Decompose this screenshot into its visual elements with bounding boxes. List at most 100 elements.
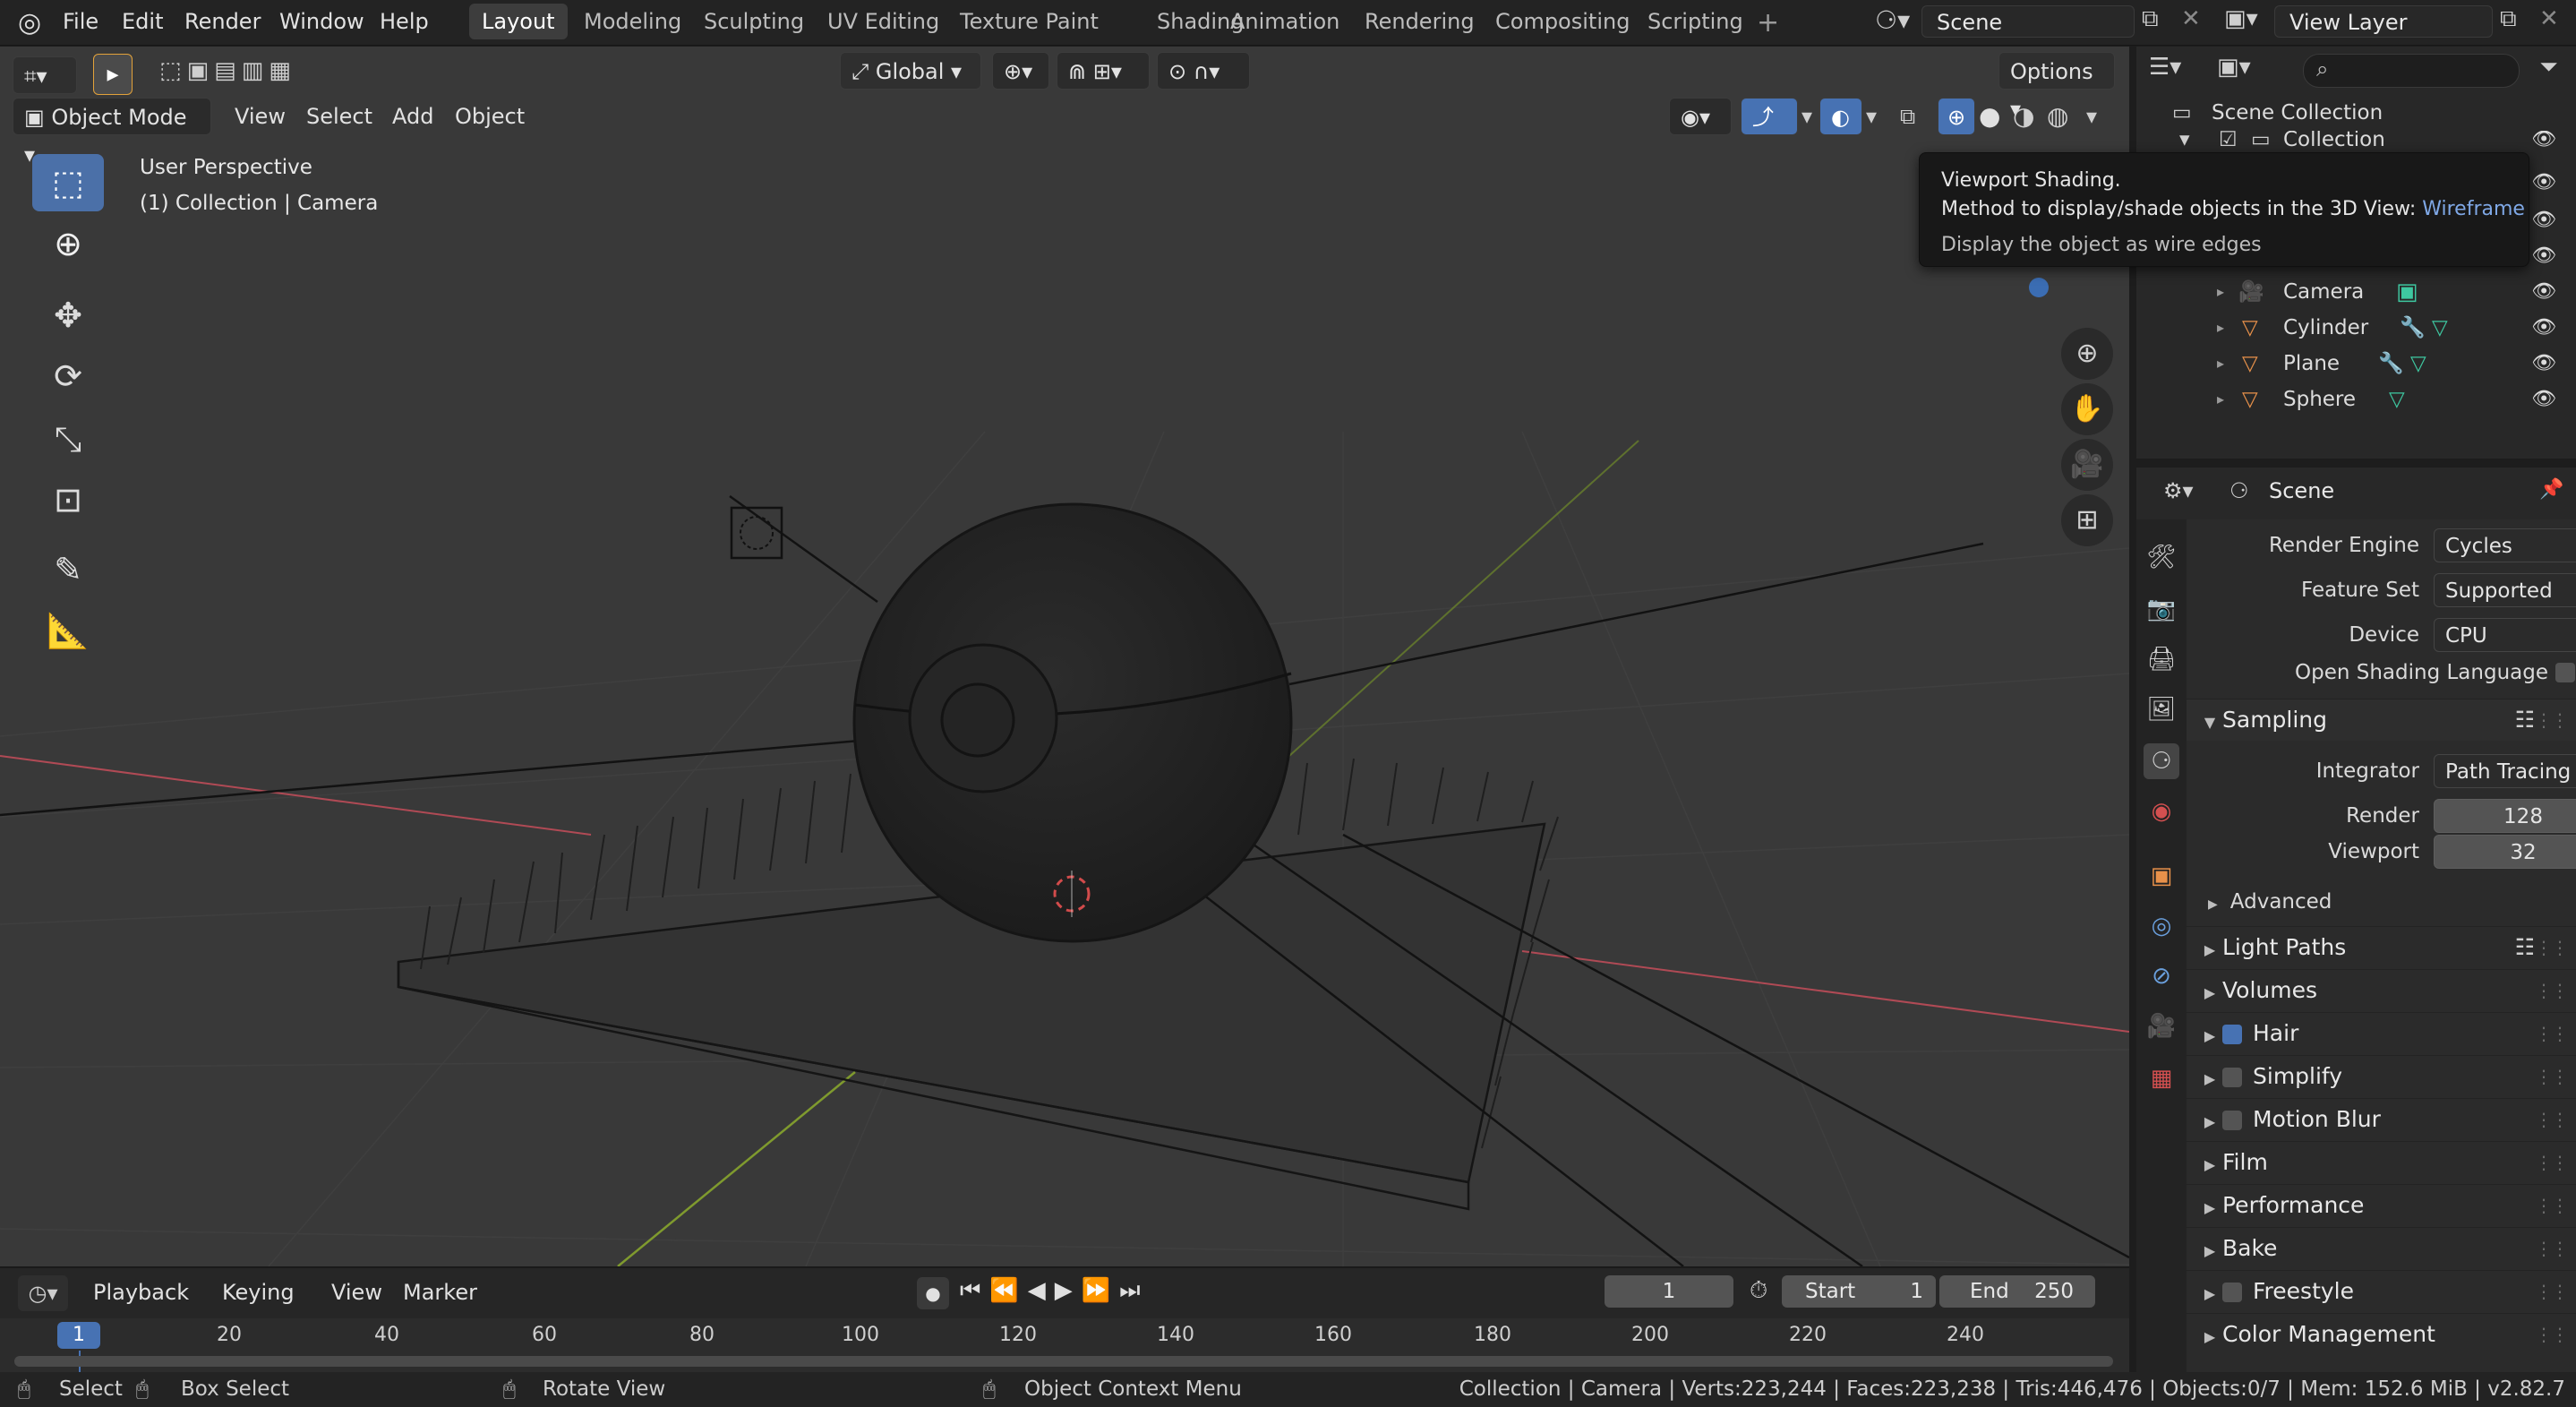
presets-list-icon[interactable]: ☷	[2515, 927, 2535, 968]
render-tab-icon[interactable]: 📷	[2144, 591, 2179, 627]
motion-blur-section-header[interactable]: ▶ Motion Blur ⋮⋮	[2187, 1098, 2576, 1140]
scene-tab-icon[interactable]: ⚆	[2144, 743, 2179, 779]
menu-file[interactable]: File	[63, 9, 98, 34]
filter-icon[interactable]: ⏷	[2539, 54, 2558, 82]
scene-selector-icon[interactable]: ⚆▾	[1875, 5, 1910, 35]
perspective-toggle-icon[interactable]: ⊞	[2061, 494, 2113, 546]
material-preview-icon[interactable]: ◑	[2013, 98, 2034, 135]
mesh-data-icon[interactable]: ▽	[2389, 382, 2405, 417]
scene-name-field[interactable]: Scene	[1921, 5, 2135, 38]
view-layer-icon[interactable]: ▣▾	[2224, 5, 2258, 32]
eye-icon[interactable]: 👁	[2531, 382, 2556, 417]
select-tool-icon[interactable]: ▸	[93, 54, 133, 95]
options-dropdown[interactable]: Options ▾	[1998, 52, 2115, 122]
freestyle-checkbox[interactable]	[2222, 1283, 2242, 1302]
tab-texture-paint[interactable]: Texture Paint	[947, 4, 1111, 39]
outliner-row-camera[interactable]: ▸ 🎥 Camera ▣ 👁	[2136, 274, 2576, 310]
close-view-layer-icon[interactable]: ✕	[2539, 5, 2559, 32]
eye-icon[interactable]: 👁	[2531, 310, 2556, 346]
object-data-tab-icon[interactable]: 🎥	[2144, 1008, 2179, 1044]
menu-edit[interactable]: Edit	[122, 9, 163, 34]
viewport-samples-field[interactable]: 32	[2434, 835, 2576, 869]
outliner-editor-icon[interactable]: ☰▾	[2149, 54, 2181, 81]
advanced-subpanel-header[interactable]: ▶ Advanced	[2208, 885, 2332, 919]
rotate-tool-icon[interactable]: ⟳	[32, 347, 104, 405]
tab-layout[interactable]: Layout	[469, 4, 568, 39]
osl-checkbox[interactable]	[2555, 663, 2575, 682]
view-layer-tab-icon[interactable]: 🖼	[2144, 691, 2179, 727]
menu-help[interactable]: Help	[380, 9, 429, 34]
play-reverse-icon[interactable]: ◀	[1028, 1277, 1055, 1304]
timeline-marker-menu[interactable]: Marker	[403, 1274, 477, 1311]
move-tool-icon[interactable]: ✥	[32, 287, 104, 344]
record-keyframes-icon[interactable]: ●	[917, 1277, 949, 1309]
add-workspace-icon[interactable]: +	[1757, 7, 1779, 39]
output-tab-icon[interactable]: 🖨	[2144, 641, 2179, 677]
gizmo-axis-dot[interactable]	[2029, 278, 2049, 297]
mesh-data-icon[interactable]: ▽	[2432, 310, 2448, 346]
playhead-frame[interactable]: 1	[57, 1322, 100, 1349]
film-section-header[interactable]: ▶ Film ⋮⋮	[2187, 1141, 2576, 1183]
menu-add[interactable]: Add	[392, 98, 433, 135]
tab-rendering[interactable]: Rendering	[1352, 4, 1487, 39]
visibility-icon[interactable]: ◉▾	[1669, 98, 1732, 135]
properties-editor-icon[interactable]: ⚙▾	[2163, 478, 2194, 503]
close-scene-icon[interactable]: ✕	[2181, 5, 2201, 32]
overlays-dropdown-icon[interactable]: ▾	[1866, 98, 1877, 135]
render-engine-dropdown[interactable]: Cycles⌄	[2434, 528, 2576, 562]
eye-icon[interactable]: 👁	[2531, 274, 2556, 310]
outliner-row-collection[interactable]: ▾ ☑ ▭ Collection 👁	[2136, 131, 2576, 149]
snap-icon[interactable]: ⋒ ⊞▾	[1057, 52, 1150, 90]
stopwatch-icon[interactable]: ⏱	[1750, 1277, 1767, 1305]
menu-window[interactable]: Window	[279, 9, 364, 34]
playback-menu[interactable]: Playback ▾	[82, 1274, 208, 1343]
new-scene-icon[interactable]: ⧉	[2142, 5, 2159, 33]
tab-uv-editing[interactable]: UV Editing	[815, 4, 952, 39]
annotate-tool-icon[interactable]: ✎	[32, 541, 104, 598]
tab-modeling[interactable]: Modeling	[571, 4, 694, 39]
outliner-row-sphere[interactable]: ▸ ▽ Sphere ▽ 👁	[2136, 382, 2576, 417]
current-frame-field[interactable]: 1	[1605, 1275, 1733, 1308]
constraints-tab-icon[interactable]: ⊘	[2144, 958, 2179, 994]
menu-object[interactable]: Object	[455, 98, 525, 135]
eye-icon[interactable]: 👁	[2531, 202, 2556, 238]
view-layer-field[interactable]: View Layer	[2274, 5, 2493, 38]
keying-menu[interactable]: Keying ▾	[211, 1274, 319, 1343]
pin-icon[interactable]: 📌	[2539, 478, 2563, 501]
wrench-modifier-icon[interactable]: 🔧	[2378, 346, 2404, 382]
timeline-view-menu[interactable]: View	[331, 1274, 382, 1311]
bake-section-header[interactable]: ▶ Bake ⋮⋮	[2187, 1227, 2576, 1269]
mesh-data-icon[interactable]: ▽	[2410, 346, 2426, 382]
camera-view-icon[interactable]: 🎥	[2061, 439, 2113, 491]
volumes-section-header[interactable]: ▶ Volumes ⋮⋮	[2187, 969, 2576, 1011]
color-management-section-header[interactable]: ▶ Color Management ⋮⋮	[2187, 1313, 2576, 1355]
tab-sculpting[interactable]: Sculpting	[691, 4, 817, 39]
eye-icon[interactable]: 👁	[2531, 165, 2556, 201]
editor-type-icon[interactable]: ⌗▾	[13, 56, 77, 94]
transform-orientation-dropdown[interactable]: ⤢ Global ▾	[840, 52, 981, 90]
outliner-row-scene-collection[interactable]: ▭ Scene Collection	[2136, 95, 2576, 131]
tab-compositing[interactable]: Compositing	[1483, 4, 1642, 39]
motion-blur-checkbox[interactable]	[2222, 1111, 2242, 1130]
proportional-edit-icon[interactable]: ⊙ ∩▾	[1157, 52, 1250, 90]
outliner-search-input[interactable]: ⌕	[2303, 54, 2520, 88]
tab-scripting[interactable]: Scripting	[1635, 4, 1756, 39]
gizmo-dropdown-icon[interactable]: ▾	[1801, 98, 1812, 135]
start-frame-field[interactable]: Start 1	[1782, 1275, 1936, 1308]
object-mode-dropdown[interactable]: ▣ Object Mode ▾	[13, 98, 211, 167]
new-view-layer-icon[interactable]: ⧉	[2500, 5, 2517, 33]
device-dropdown[interactable]: CPU⌄	[2434, 618, 2576, 652]
scale-tool-icon[interactable]: ⤡	[32, 410, 104, 468]
freestyle-section-header[interactable]: ▶ Freestyle ⋮⋮	[2187, 1270, 2576, 1312]
texture-tab-icon[interactable]: ▦	[2144, 1060, 2179, 1096]
render-samples-field[interactable]: 128	[2434, 799, 2576, 833]
eye-icon[interactable]: 👁	[2531, 346, 2556, 382]
presets-list-icon[interactable]: ☷	[2515, 699, 2535, 741]
wireframe-shading-icon[interactable]: ⊕	[1938, 98, 1975, 135]
select-box-tool-icon[interactable]: ⬚	[32, 154, 104, 211]
eye-icon[interactable]: 👁	[2531, 131, 2556, 149]
hair-section-header[interactable]: ▶ Hair ⋮⋮	[2187, 1012, 2576, 1054]
outliner-row-plane[interactable]: ▸ ▽ Plane 🔧 ▽ 👁	[2136, 346, 2576, 382]
pivot-point-icon[interactable]: ⊕▾	[992, 52, 1049, 90]
eye-icon[interactable]: 👁	[2531, 238, 2556, 274]
